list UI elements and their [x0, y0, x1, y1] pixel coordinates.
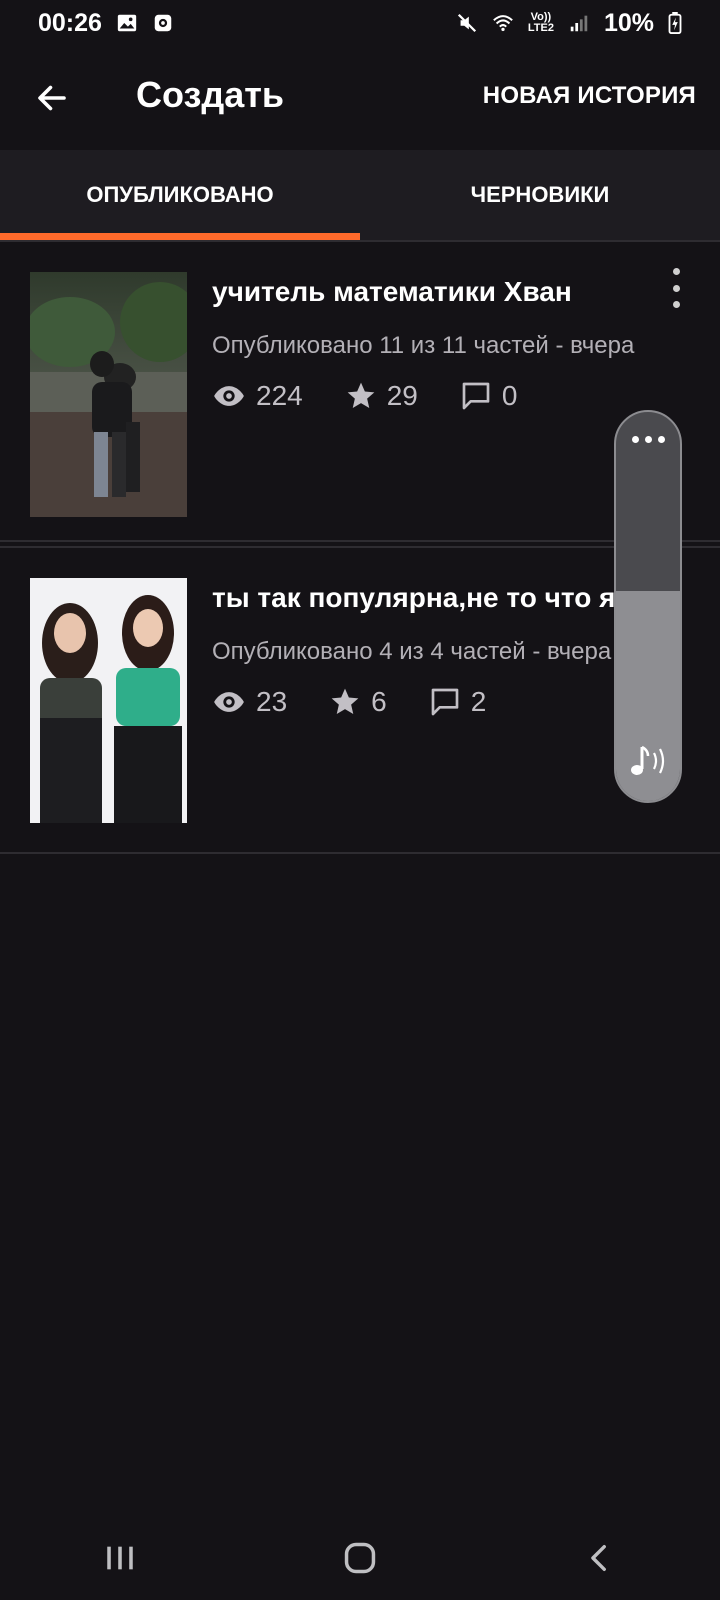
mute-icon [457, 13, 476, 33]
eye-icon [214, 692, 244, 712]
tab-bar: ОПУБЛИКОВАНО ЧЕРНОВИКИ [0, 150, 720, 240]
music-volume-icon [631, 745, 665, 775]
more-dot [657, 436, 665, 443]
volume-more-button[interactable] [616, 436, 680, 443]
battery-charging-icon [668, 12, 682, 34]
story-stats: 23 6 2 [212, 678, 528, 726]
story-subtitle: Опубликовано 4 из 4 частей - вчера [212, 638, 612, 665]
home-button[interactable] [330, 1528, 390, 1588]
page-title: Создать [136, 74, 285, 115]
status-bar: 00:26 Vo)) LTE2 10% [0, 0, 720, 46]
more-dot [672, 284, 680, 292]
network-type: Vo)) LTE2 [527, 11, 554, 34]
story-stats: 224 29 0 [212, 372, 559, 420]
story-title: учитель математики Хван [212, 276, 572, 307]
votes-stat: 29 [345, 380, 418, 412]
status-left: 00:26 [38, 9, 174, 38]
home-icon [344, 1542, 376, 1574]
views-count: 23 [256, 686, 288, 717]
recents-icon [107, 1546, 133, 1570]
comments-count: 2 [470, 686, 487, 717]
comments-stat: 0 [460, 380, 518, 412]
votes-count: 6 [371, 686, 387, 717]
comment-icon [431, 688, 459, 716]
eye-icon [214, 386, 244, 406]
star-icon [331, 688, 359, 714]
views-stat: 23 [212, 685, 287, 719]
story-item[interactable]: ты так популярна,не то что я Опубликован… [0, 546, 720, 854]
views-count: 224 [256, 380, 303, 411]
system-back-button[interactable] [570, 1528, 630, 1588]
signal-icon [570, 15, 588, 32]
tab-drafts[interactable]: ЧЕРНОВИКИ [360, 150, 720, 240]
star-icon [347, 382, 375, 408]
votes-count: 29 [386, 380, 418, 411]
back-button[interactable] [30, 76, 74, 120]
story-item[interactable]: учитель математики Хван Опубликовано 11 … [0, 240, 720, 542]
gallery-icon [117, 14, 137, 32]
tab-drafts-label: ЧЕРНОВИКИ [470, 182, 610, 207]
tab-published-label: ОПУБЛИКОВАНО [86, 182, 274, 207]
votes-stat: 6 [329, 686, 387, 718]
wifi-icon [493, 15, 513, 32]
chevron-left-icon [591, 1544, 606, 1572]
more-dot [631, 436, 639, 443]
story-subtitle: Опубликовано 11 из 11 частей - вчера [212, 332, 635, 359]
tab-published[interactable]: ОПУБЛИКОВАНО [0, 150, 360, 240]
views-stat: 224 [212, 379, 303, 413]
app-bar: Создать НОВАЯ ИСТОРИЯ [0, 46, 720, 150]
system-nav-bar [0, 1516, 720, 1600]
arrow-left-icon [38, 85, 66, 111]
comments-stat: 2 [429, 686, 487, 718]
status-time: 00:26 [38, 8, 102, 37]
more-dot [672, 301, 680, 308]
status-right: Vo)) LTE2 10% [456, 9, 682, 38]
more-dot [672, 268, 680, 275]
recent-apps-button[interactable] [90, 1528, 150, 1588]
story-cover-image [30, 272, 187, 517]
new-story-button[interactable]: НОВАЯ ИСТОРИЯ [483, 82, 696, 110]
volume-slider[interactable] [614, 410, 682, 803]
more-dot [644, 436, 652, 443]
comment-icon [462, 382, 490, 410]
comments-count: 0 [501, 380, 518, 411]
app-notification-icon [154, 14, 172, 32]
story-cover-image [30, 578, 187, 823]
battery-percent: 10% [603, 8, 654, 37]
story-more-button[interactable] [666, 268, 686, 308]
